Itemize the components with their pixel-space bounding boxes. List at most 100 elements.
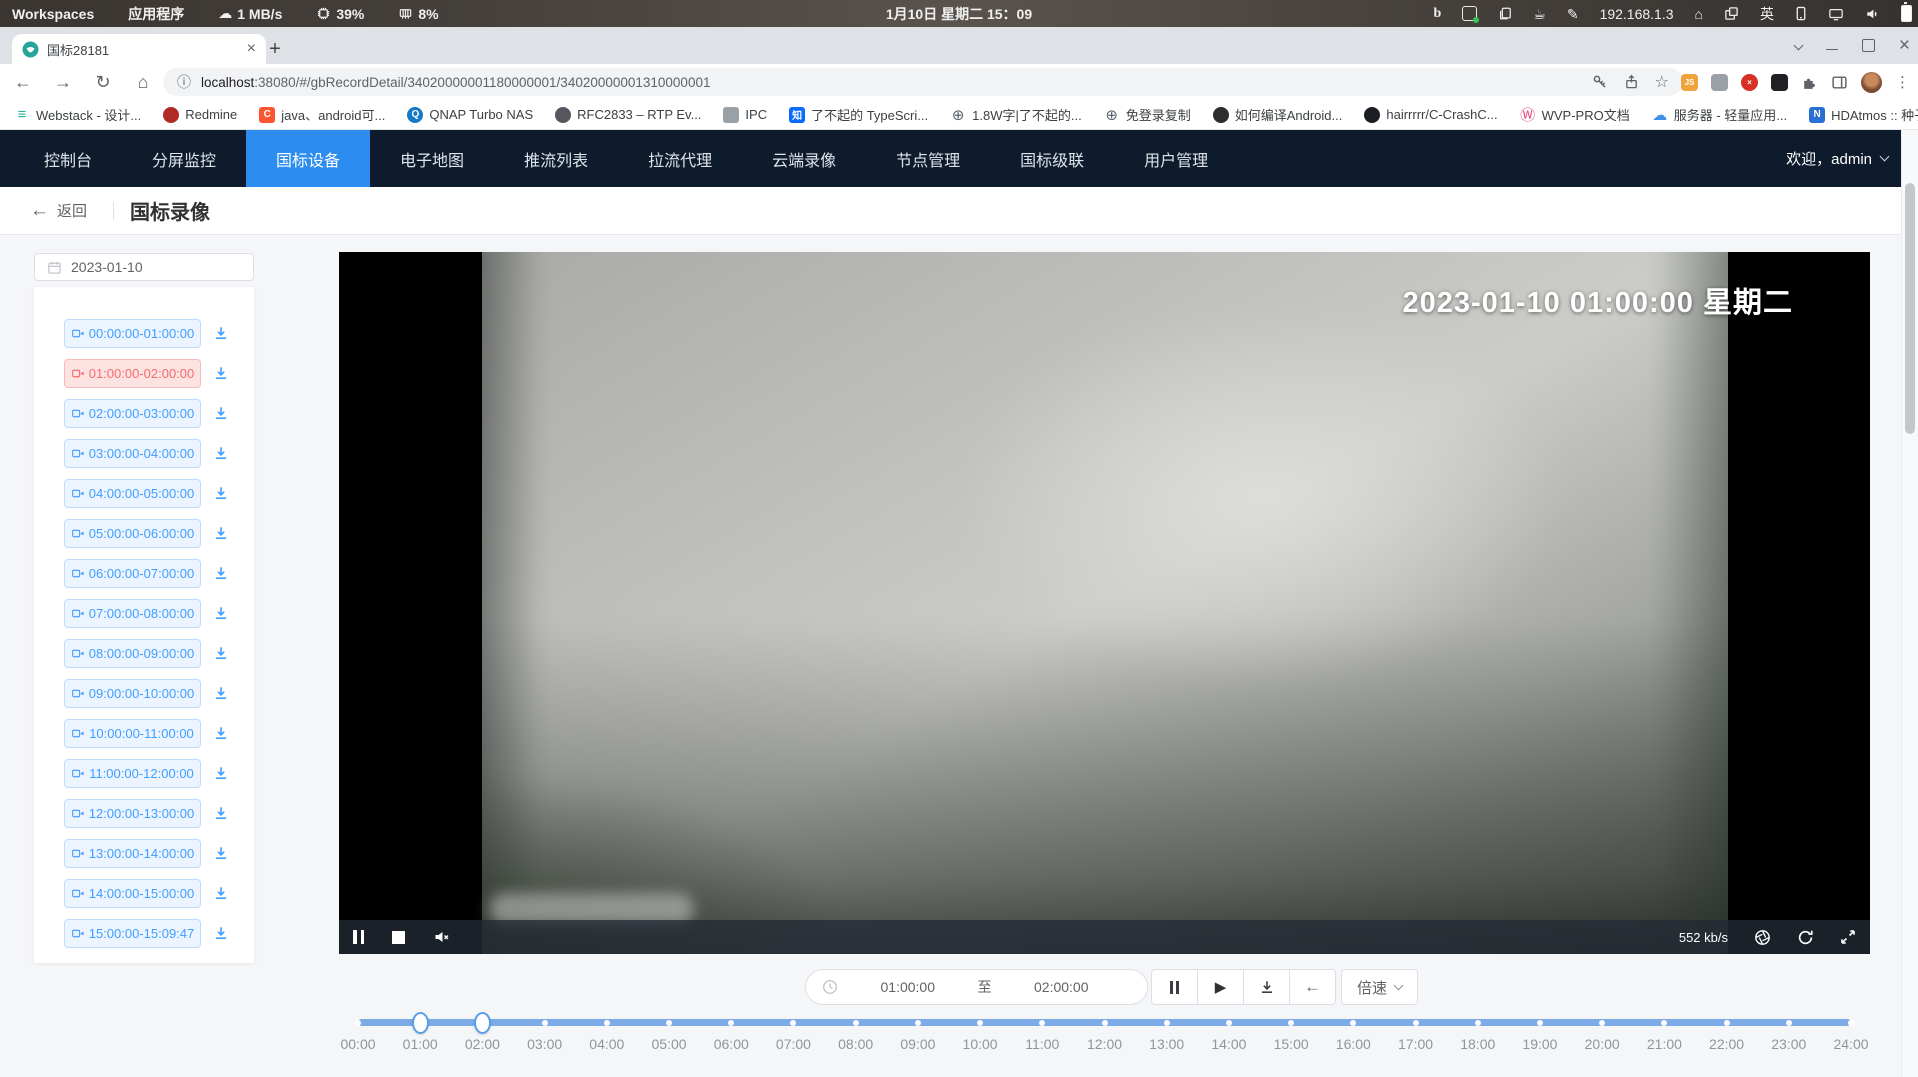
bookmark-item[interactable]: QQNAP Turbo NAS [407,107,533,123]
player-stop-button[interactable] [392,931,405,944]
pen-tray-icon[interactable]: ✎ [1567,7,1579,21]
volume-tray-icon[interactable] [1865,7,1880,21]
browser-tab[interactable]: 国标28181 × [12,34,266,64]
play-button[interactable]: ▶ [1197,969,1244,1005]
bookmark-item[interactable]: 如何编译Android... [1213,105,1343,124]
download-icon[interactable] [213,805,229,821]
nav-tab-10[interactable]: 用户管理 [1114,130,1238,187]
bing-tray-icon[interactable]: b [1433,7,1441,21]
recording-segment-button[interactable]: 14:00:00-15:00:00 [64,879,201,908]
download-icon[interactable] [213,765,229,781]
recording-segment-button[interactable]: 00:00:00-01:00:00 [64,319,201,348]
url-input[interactable]: ⓘ localhost:38080/#/gbRecordDetail/34020… [163,68,1683,96]
download-icon[interactable] [213,325,229,341]
snapshot-aperture-icon[interactable] [1754,929,1771,946]
profile-avatar[interactable] [1861,72,1882,93]
home-tray-icon[interactable]: ⌂ [1695,7,1703,21]
download-icon[interactable] [213,405,229,421]
seek-start-button[interactable]: ← [1289,969,1336,1005]
recording-segment-button[interactable]: 05:00:00-06:00:00 [64,519,201,548]
player-pause-button[interactable] [353,930,364,944]
fullscreen-icon[interactable] [1840,929,1856,945]
date-picker-input[interactable]: 2023-01-10 [34,253,254,281]
nav-tab-2[interactable]: 分屏监控 [122,130,246,187]
recording-segment-button[interactable]: 12:00:00-13:00:00 [64,799,201,828]
bookmark-star-icon[interactable]: ☆ [1655,72,1669,92]
clock-date[interactable]: 1月10日 星期二 15：09 [886,4,1032,24]
phone-tray-icon[interactable] [1795,6,1807,21]
recording-segment-button[interactable]: 09:00:00-10:00:00 [64,679,201,708]
download-icon[interactable] [213,525,229,541]
download-icon[interactable] [213,605,229,621]
recording-segment-button[interactable]: 11:00:00-12:00:00 [64,759,201,788]
user-menu[interactable]: 欢迎，admin [1786,130,1888,187]
download-icon[interactable] [213,685,229,701]
bookmark-item[interactable]: RFC2833 – RTP Ev... [555,107,701,123]
clipboard-tray-icon[interactable] [1498,6,1512,21]
scrollbar-thumb[interactable] [1905,183,1915,434]
recording-segment-button[interactable]: 06:00:00-07:00:00 [64,559,201,588]
site-info-icon[interactable]: ⓘ [177,72,191,92]
download-icon[interactable] [213,725,229,741]
display-tray-icon[interactable] [1828,7,1844,21]
side-panel-icon[interactable] [1831,74,1848,91]
download-icon[interactable] [213,565,229,581]
player-mute-icon[interactable] [433,929,450,945]
download-icon[interactable] [213,845,229,861]
download-icon[interactable] [213,445,229,461]
tab-close-icon[interactable]: × [247,41,256,57]
bookmark-item[interactable]: ⊕免登录复制 [1104,105,1191,124]
bookmark-item[interactable]: Cjava、android可... [259,105,385,124]
recording-segment-button[interactable]: 02:00:00-03:00:00 [64,399,201,428]
download-button[interactable] [1243,969,1290,1005]
recording-segment-button[interactable]: 01:00:00-02:00:00 [64,359,201,388]
workspaces-button[interactable]: Workspaces [12,6,94,22]
pause-button[interactable] [1151,969,1198,1005]
back-button[interactable]: 返回 [57,200,87,221]
recording-segment-button[interactable]: 15:00:00-15:09:47 [64,919,201,948]
player-refresh-icon[interactable] [1797,929,1814,946]
bookmark-item[interactable]: 知了不起的 TypeScri... [789,105,928,124]
bookmark-item[interactable]: IPC [723,107,767,123]
battery-icon[interactable] [1901,5,1912,22]
browser-reload-icon[interactable]: ↻ [88,64,118,100]
coffee-tray-icon[interactable]: ☕ [1533,7,1546,21]
nav-tab-8[interactable]: 节点管理 [866,130,990,187]
blocker-extension-icon[interactable]: × [1741,74,1758,91]
nav-tab-1[interactable]: 控制台 [14,130,122,187]
browser-menu-icon[interactable]: ⋮ [1895,73,1910,91]
recording-segment-button[interactable]: 07:00:00-08:00:00 [64,599,201,628]
nav-tab-7[interactable]: 云端录像 [742,130,866,187]
browser-forward-icon[interactable]: → [48,64,78,100]
timeline-handle[interactable] [474,1012,491,1034]
time-range-input[interactable]: 01:00:00 至 02:00:00 [805,969,1148,1005]
download-icon[interactable] [213,925,229,941]
workspaces-switcher-icon[interactable] [1724,6,1739,21]
timeline-handle[interactable] [412,1012,429,1034]
bookmark-item[interactable]: ☁服务器 - 轻量应用... [1652,105,1787,124]
nav-tab-6[interactable]: 拉流代理 [618,130,742,187]
minimize-window-icon[interactable] [1826,48,1838,50]
extensions-puzzle-icon[interactable] [1801,74,1818,91]
close-window-icon[interactable]: × [1899,36,1910,55]
download-icon[interactable] [213,885,229,901]
speed-dropdown[interactable]: 倍速 [1341,969,1418,1005]
end-time-input[interactable]: 02:00:00 [992,979,1132,995]
recording-segment-button[interactable]: 03:00:00-04:00:00 [64,439,201,468]
nav-tab-3[interactable]: 国标设备 [246,130,370,187]
recording-segment-button[interactable]: 10:00:00-11:00:00 [64,719,201,748]
js-extension-icon[interactable]: JS [1681,74,1698,91]
nav-tab-5[interactable]: 推流列表 [494,130,618,187]
download-icon[interactable] [213,485,229,501]
bookmark-item[interactable]: hairrrrr/C-CrashC... [1364,107,1497,123]
input-method-indicator[interactable]: 英 [1760,4,1774,24]
browser-back-icon[interactable]: ← [8,64,38,100]
nav-tab-9[interactable]: 国标级联 [990,130,1114,187]
new-tab-button[interactable]: + [262,36,288,62]
extension-icon[interactable] [1711,74,1728,91]
nav-tab-4[interactable]: 电子地图 [370,130,494,187]
app-indicator-icon[interactable] [1462,6,1477,21]
bookmark-item[interactable]: ≡Webstack - 设计... [14,105,141,124]
password-key-icon[interactable] [1592,74,1608,90]
bookmark-item[interactable]: Redmine [163,107,237,123]
